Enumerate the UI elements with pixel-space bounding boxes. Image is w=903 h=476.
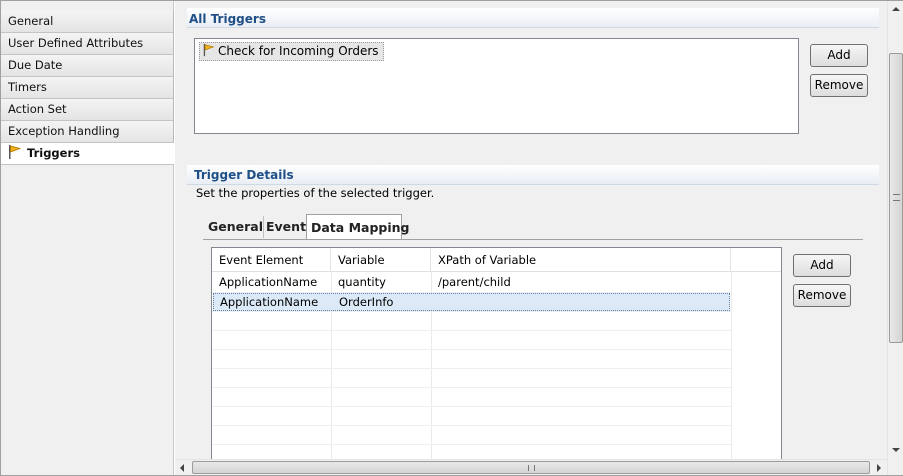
sidebar-item-label: User Defined Attributes xyxy=(8,36,144,50)
table-row-selected[interactable]: ApplicationName OrderInfo xyxy=(213,293,730,311)
row-divider xyxy=(212,444,731,445)
table-row[interactable]: ApplicationName quantity /parent/child xyxy=(212,273,731,292)
sidebar-item-label: Due Date xyxy=(8,58,63,72)
sidebar: General User Defined Attributes Due Date… xyxy=(1,1,174,475)
sidebar-item-exception-handling[interactable]: Exception Handling xyxy=(1,121,174,143)
cell-xpath: /parent/child xyxy=(438,275,511,289)
cell-variable: OrderInfo xyxy=(339,295,394,309)
trigger-details-description: Set the properties of the selected trigg… xyxy=(196,186,435,200)
properties-window: General User Defined Attributes Due Date… xyxy=(0,0,903,476)
remove-mapping-button[interactable]: Remove xyxy=(793,284,851,307)
sidebar-item-label: Timers xyxy=(8,80,47,94)
flag-icon xyxy=(202,43,216,57)
sidebar-item-triggers[interactable]: Triggers xyxy=(1,143,174,165)
grip-icon xyxy=(528,465,535,471)
sidebar-item-action-set[interactable]: Action Set xyxy=(1,99,174,121)
column-header-xpath[interactable]: XPath of Variable xyxy=(431,248,731,272)
remove-trigger-button[interactable]: Remove xyxy=(810,74,868,97)
trigger-item-label: Check for Incoming Orders xyxy=(218,44,379,58)
add-mapping-button[interactable]: Add xyxy=(793,254,851,277)
row-divider xyxy=(212,406,731,407)
row-divider xyxy=(212,387,731,388)
scroll-down-icon[interactable] xyxy=(892,448,900,452)
horizontal-scrollbar[interactable] xyxy=(175,459,887,475)
cell-variable: quantity xyxy=(338,275,386,289)
row-divider xyxy=(212,349,731,350)
all-triggers-list[interactable]: Check for Incoming Orders xyxy=(194,38,799,134)
trigger-list-item[interactable]: Check for Incoming Orders xyxy=(199,42,384,61)
sidebar-item-due-date[interactable]: Due Date xyxy=(1,55,174,77)
cell-event-element: ApplicationName xyxy=(219,275,318,289)
add-trigger-button[interactable]: Add xyxy=(810,44,868,67)
row-divider xyxy=(212,368,731,369)
data-mapping-table[interactable]: Event Element Variable XPath of Variable… xyxy=(211,247,782,461)
tab-general[interactable]: General xyxy=(204,214,267,240)
grip-icon xyxy=(893,194,900,201)
horizontal-scroll-thumb[interactable] xyxy=(192,461,870,474)
cell-xpath xyxy=(432,293,439,312)
scroll-right-icon[interactable] xyxy=(877,464,881,472)
tab-event[interactable]: Event xyxy=(262,214,310,240)
vertical-scroll-thumb[interactable] xyxy=(889,53,903,343)
all-triggers-title: All Triggers xyxy=(189,12,266,26)
tab-data-mapping[interactable]: Data Mapping xyxy=(306,214,409,240)
scroll-left-icon[interactable] xyxy=(180,464,184,472)
sidebar-item-label: General xyxy=(8,14,54,28)
column-header-variable[interactable]: Variable xyxy=(331,248,431,272)
row-divider xyxy=(212,330,731,331)
sidebar-item-label: Exception Handling xyxy=(8,124,120,138)
column-header-event-element[interactable]: Event Element xyxy=(212,248,331,272)
main-panel: All Triggers Check for Incoming Orders A… xyxy=(175,1,887,461)
sidebar-item-label: Action Set xyxy=(8,102,67,116)
all-triggers-header xyxy=(187,8,879,28)
flag-icon xyxy=(7,144,23,160)
tab-baseline xyxy=(203,239,863,240)
row-divider xyxy=(212,425,731,426)
cell-event-element: ApplicationName xyxy=(220,295,319,309)
sidebar-item-timers[interactable]: Timers xyxy=(1,77,174,99)
vertical-scrollbar[interactable] xyxy=(887,1,903,475)
sidebar-item-label: Triggers xyxy=(27,146,80,160)
sidebar-item-general[interactable]: General xyxy=(1,11,174,33)
scroll-up-icon[interactable] xyxy=(892,7,900,11)
trigger-details-title: Trigger Details xyxy=(194,168,294,182)
column-divider xyxy=(731,272,732,460)
sidebar-item-user-defined-attributes[interactable]: User Defined Attributes xyxy=(1,33,174,55)
